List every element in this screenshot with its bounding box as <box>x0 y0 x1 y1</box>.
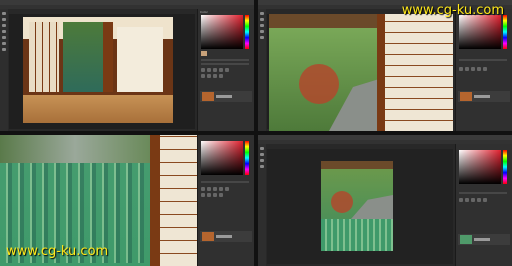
adjustment-icon[interactable] <box>477 67 481 71</box>
adjustment-icon[interactable] <box>207 68 211 72</box>
right-panel-dock <box>455 9 512 131</box>
marquee-tool-icon[interactable] <box>260 153 264 156</box>
eraser-tool-icon[interactable] <box>2 42 6 45</box>
adjustment-icon[interactable] <box>213 193 217 197</box>
crop-tool-icon[interactable] <box>260 165 264 168</box>
color-picker-field[interactable] <box>459 15 501 49</box>
move-tool-icon[interactable] <box>2 12 6 15</box>
adjustment-icon[interactable] <box>201 74 205 78</box>
color-picker-field[interactable] <box>201 15 243 49</box>
marquee-tool-icon[interactable] <box>2 18 6 21</box>
layer-name-bar <box>216 95 232 98</box>
adjustments-icons <box>201 68 249 72</box>
adjustment-icon[interactable] <box>471 198 475 202</box>
document-image-composite <box>321 161 393 251</box>
adjustment-icon[interactable] <box>207 74 211 78</box>
layer-name-bar <box>474 238 490 241</box>
adjustment-icon[interactable] <box>219 193 223 197</box>
brush-tool-icon[interactable] <box>2 36 6 39</box>
hue-slider[interactable] <box>503 150 507 184</box>
adjustments-icons <box>201 74 249 78</box>
adjustment-icon[interactable] <box>225 187 229 191</box>
tools-panel <box>258 9 266 131</box>
crop-tool-icon[interactable] <box>2 30 6 33</box>
color-picker-field[interactable] <box>201 141 243 175</box>
right-panel-dock: Color <box>197 9 254 131</box>
adjustment-icon[interactable] <box>201 187 205 191</box>
marquee-tool-icon[interactable] <box>260 18 264 21</box>
layer-row[interactable] <box>458 234 510 245</box>
adjustments-icons <box>201 187 249 191</box>
adjustment-icon[interactable] <box>483 67 487 71</box>
adjustment-icon[interactable] <box>213 68 217 72</box>
photoshop-window-1: Color <box>0 0 254 131</box>
adjustment-icon[interactable] <box>213 74 217 78</box>
adjustment-icon[interactable] <box>213 187 217 191</box>
layer-row[interactable] <box>458 91 510 102</box>
adjustment-icon[interactable] <box>477 198 481 202</box>
layer-thumbnail <box>202 92 214 101</box>
lasso-tool-icon[interactable] <box>260 24 264 27</box>
hue-slider[interactable] <box>245 15 249 49</box>
adjustment-icon[interactable] <box>201 193 205 197</box>
adjustment-icon[interactable] <box>459 198 463 202</box>
right-panel-dock <box>197 135 254 266</box>
photoshop-window-4 <box>258 135 512 266</box>
adjustment-icon[interactable] <box>207 193 211 197</box>
adjustment-icon[interactable] <box>207 187 211 191</box>
adjustments-icons <box>459 67 507 71</box>
layer-row[interactable] <box>200 231 252 242</box>
layer-name-bar <box>474 95 490 98</box>
tools-panel <box>0 9 8 131</box>
properties-row <box>201 181 249 183</box>
color-picker-field[interactable] <box>459 150 501 184</box>
adjustments-icons <box>459 198 507 202</box>
adjustment-icon[interactable] <box>459 67 463 71</box>
canvas-area[interactable] <box>267 14 453 131</box>
adjustment-icon[interactable] <box>219 68 223 72</box>
adjustment-icon[interactable] <box>225 68 229 72</box>
properties-row <box>201 63 249 65</box>
tools-panel <box>258 144 266 266</box>
adjustments-icons <box>201 193 249 197</box>
adjustment-icon[interactable] <box>471 67 475 71</box>
adjustment-icon[interactable] <box>201 68 205 72</box>
canvas-area[interactable] <box>9 14 195 129</box>
adjustment-icon[interactable] <box>219 187 223 191</box>
adjustment-icon[interactable] <box>465 198 469 202</box>
type-tool-icon[interactable] <box>2 48 6 51</box>
layer-thumbnail <box>202 232 214 241</box>
layer-name-bar <box>216 235 232 238</box>
watermark-bottom-left: www.cg-ku.com <box>6 244 109 259</box>
adjustment-icon[interactable] <box>465 67 469 71</box>
brush-tool-icon[interactable] <box>260 36 264 39</box>
layer-thumbnail <box>460 235 472 244</box>
hue-slider[interactable] <box>245 141 249 175</box>
move-tool-icon[interactable] <box>260 12 264 15</box>
adjustment-icon[interactable] <box>219 74 223 78</box>
hue-slider[interactable] <box>503 15 507 49</box>
photoshop-window-2 <box>258 0 512 131</box>
properties-row <box>459 59 507 61</box>
lasso-tool-icon[interactable] <box>2 24 6 27</box>
properties-row <box>459 192 507 194</box>
canvas-area[interactable] <box>267 149 453 264</box>
adjustment-icon[interactable] <box>483 198 487 202</box>
lasso-tool-icon[interactable] <box>260 159 264 162</box>
watermark-top-right: www.cg-ku.com <box>401 3 504 18</box>
layer-thumbnail <box>460 92 472 101</box>
document-image-interior <box>23 17 173 123</box>
right-panel-dock <box>455 144 512 266</box>
foreground-swatch[interactable] <box>201 51 207 56</box>
properties-row <box>201 59 249 61</box>
color-panel-tab[interactable]: Color <box>200 10 208 14</box>
move-tool-icon[interactable] <box>260 147 264 150</box>
crop-tool-icon[interactable] <box>260 30 264 33</box>
layer-row[interactable] <box>200 91 252 102</box>
document-image-garden <box>269 14 453 131</box>
